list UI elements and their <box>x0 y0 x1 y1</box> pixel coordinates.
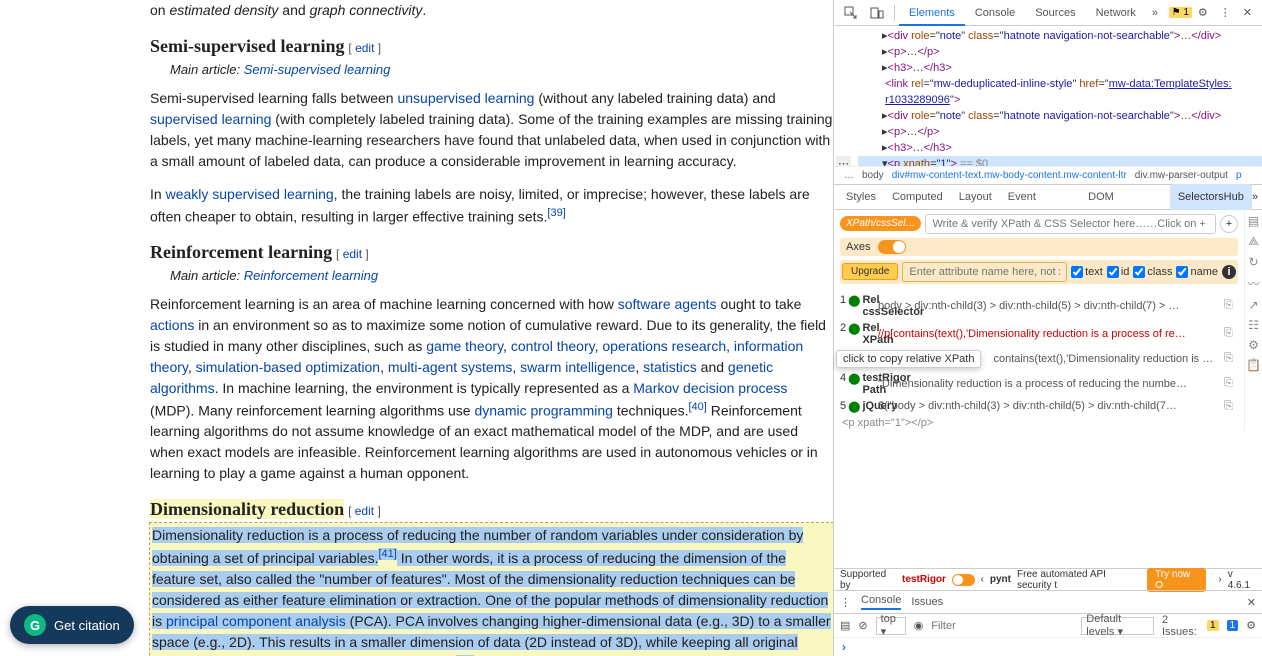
side-actions: ▤ ⟁ ↻ 〰 ↗ ☷ ⚙ 📋 <box>1244 210 1262 431</box>
levels-select[interactable]: Default levels ▾ <box>1081 617 1154 635</box>
subtab-layout[interactable]: Layout <box>951 184 1000 210</box>
edit-link[interactable]: edit <box>343 247 362 261</box>
result-row[interactable]: 4⬤testRigor Path"Dimensionality reductio… <box>834 370 1244 398</box>
next-icon[interactable]: › <box>1218 574 1221 585</box>
action-icon[interactable]: 〰 <box>1247 275 1259 292</box>
section-heading: Reinforcement learning [ edit ] <box>150 239 833 266</box>
gear-icon[interactable]: ⚙ <box>1192 6 1214 19</box>
edit-link[interactable]: edit <box>355 41 374 55</box>
action-icon[interactable]: ⟁ <box>1248 234 1259 249</box>
selector-results: 1⬤Rel cssSelectorbody > div:nth-child(3)… <box>834 292 1244 415</box>
drawer-tabs: ⋮ Console Issues ✕ <box>834 590 1262 614</box>
eye-icon[interactable]: ◉ <box>914 619 924 632</box>
kebab-icon[interactable]: ⋮ <box>840 596 851 609</box>
hatnote: Main article: Semi-supervised learning <box>150 60 833 80</box>
cb-id[interactable]: id <box>1107 266 1130 278</box>
devtools-panel: Elements Console Sources Network » ⚑ 1 ⚙… <box>833 0 1262 656</box>
hatnote: Main article: Reinforcement learning <box>150 266 833 286</box>
copy-icon[interactable]: ⎘ <box>1224 400 1238 413</box>
result-row[interactable]: click to copy relative XPathcontains(tex… <box>834 348 1244 370</box>
cb-class[interactable]: class <box>1133 266 1172 278</box>
try-now-button[interactable]: Try now ⭘ <box>1147 568 1206 592</box>
drawer-tab-issues[interactable]: Issues <box>911 596 943 608</box>
action-icon[interactable]: ▤ <box>1248 214 1259 228</box>
axes-toggle[interactable] <box>878 240 906 254</box>
section-heading: Dimensionality reduction [ edit ] <box>150 496 833 523</box>
sidebar-icon[interactable]: ▤ <box>840 619 850 632</box>
more-tabs-icon[interactable]: » <box>1146 7 1164 19</box>
result-row[interactable]: 5⬤jQuery$("body > div:nth-child(3) > div… <box>834 398 1244 415</box>
console-toolbar: ▤ ⊘ top ▾ ◉ Default levels ▾ 2 Issues: 1… <box>834 614 1262 638</box>
cb-name[interactable]: name <box>1176 266 1218 278</box>
subtab-selectorshub[interactable]: SelectorsHub <box>1170 184 1252 210</box>
copy-icon[interactable]: ⎘ <box>1224 299 1238 312</box>
info-icon[interactable]: i <box>1222 265 1236 279</box>
device-icon[interactable] <box>864 6 890 20</box>
tab-sources[interactable]: Sources <box>1025 0 1085 26</box>
tab-network[interactable]: Network <box>1086 0 1146 26</box>
edit-link[interactable]: edit <box>355 504 374 518</box>
upgrade-button[interactable]: Upgrade <box>842 263 898 280</box>
selectorshub-panel: XPath/cssSel… + Axes Upgrade text id cla… <box>834 210 1244 292</box>
copy-icon[interactable]: ⎘ <box>1224 377 1238 390</box>
devtools-tabs: Elements Console Sources Network » ⚑ 1 ⚙… <box>834 0 1262 26</box>
action-icon[interactable]: ⚙ <box>1248 338 1259 352</box>
kebab-icon[interactable]: ⋮ <box>1214 6 1237 19</box>
copy-icon[interactable]: ⎘ <box>1224 327 1238 340</box>
tab-console[interactable]: Console <box>965 0 1025 26</box>
console-prompt[interactable]: › <box>834 638 1262 656</box>
subtab-dombreak[interactable]: DOM Breakpoints <box>1080 184 1170 210</box>
action-icon[interactable]: ↗ <box>1248 298 1258 312</box>
action-icon[interactable]: 📋 <box>1246 358 1261 372</box>
elements-tree[interactable]: ⋯ ▸<div role="note" class="hatnote navig… <box>834 26 1262 166</box>
xpath-echo: <p xpath="1"></p> <box>834 415 1244 431</box>
paragraph: on estimated density and graph connectiv… <box>150 0 833 21</box>
attribute-input[interactable] <box>902 262 1067 282</box>
close-icon[interactable]: ✕ <box>1237 6 1258 19</box>
highlighted-paragraph: Dimensionality reduction is a process of… <box>150 523 833 656</box>
filter-input[interactable] <box>931 620 1073 632</box>
hatnote-link[interactable]: Reinforcement learning <box>244 268 378 283</box>
subtab-eventlisteners[interactable]: Event Listeners <box>1000 184 1080 210</box>
xpath-input[interactable] <box>925 214 1216 234</box>
paragraph: Reinforcement learning is an area of mac… <box>150 294 833 485</box>
warning-badge[interactable]: ⚑ 1 <box>1169 7 1192 18</box>
xpath-badge[interactable]: XPath/cssSel… <box>840 216 921 231</box>
action-icon[interactable]: ☷ <box>1248 318 1259 332</box>
paragraph: Semi-supervised learning falls between u… <box>150 88 833 172</box>
tab-elements[interactable]: Elements <box>899 0 965 26</box>
sponsor-bar: Supported by testRigor ‹ pynt Free autom… <box>834 568 1262 590</box>
article-content: on estimated density and graph connectiv… <box>0 0 833 656</box>
gear-icon[interactable]: ⚙ <box>1246 619 1256 632</box>
paragraph: In weakly supervised learning, the train… <box>150 184 833 228</box>
subtab-computed[interactable]: Computed <box>884 184 951 210</box>
more-icon[interactable]: » <box>1252 191 1258 203</box>
close-drawer-icon[interactable]: ✕ <box>1247 596 1256 609</box>
drawer-tab-console[interactable]: Console <box>861 594 901 610</box>
breadcrumb-trail[interactable]: … body div#mw-content-text.mw-body-conte… <box>834 166 1262 184</box>
result-row[interactable]: 1⬤Rel cssSelectorbody > div:nth-child(3)… <box>834 292 1244 320</box>
inspect-icon[interactable] <box>838 6 864 20</box>
get-citation-button[interactable]: G Get citation <box>10 606 134 644</box>
clear-icon[interactable]: ⊘ <box>858 619 867 632</box>
hatnote-link[interactable]: Semi-supervised learning <box>244 62 391 77</box>
action-icon[interactable]: ↻ <box>1248 255 1258 269</box>
section-heading: Semi-supervised learning [ edit ] <box>150 33 833 60</box>
sponsor-toggle[interactable] <box>952 574 975 586</box>
cb-text[interactable]: text <box>1071 266 1103 278</box>
collapse-handle[interactable]: ⋯ <box>836 156 851 166</box>
subtab-styles[interactable]: Styles <box>838 184 884 210</box>
subtabs: Styles Computed Layout Event Listeners D… <box>834 184 1262 210</box>
context-select[interactable]: top ▾ <box>876 617 906 635</box>
citation-icon: G <box>24 614 46 636</box>
prev-icon[interactable]: ‹ <box>981 574 984 585</box>
reference[interactable]: [39] <box>547 207 565 219</box>
add-icon[interactable]: + <box>1220 215 1238 233</box>
result-row[interactable]: 2⬤Rel XPath//p[contains(text(),'Dimensio… <box>834 320 1244 348</box>
